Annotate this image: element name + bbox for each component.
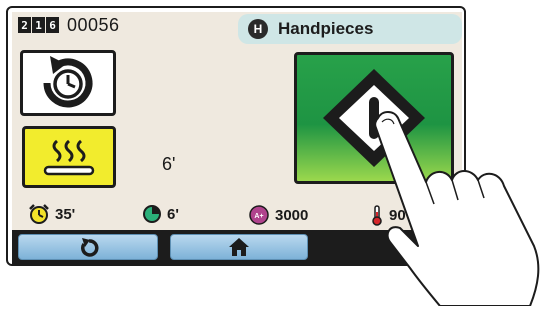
home-icon xyxy=(229,238,249,256)
counter-digit: 6 xyxy=(46,17,59,33)
timer-stat: 6' xyxy=(142,204,179,224)
back-arrow-icon xyxy=(81,238,99,257)
cycle-counter: 2 1 6 00056 xyxy=(18,14,120,36)
alarm-clock-icon xyxy=(29,204,49,224)
counter-digit: 1 xyxy=(32,17,45,33)
heat-waves-icon xyxy=(43,139,95,176)
program-name: Handpieces xyxy=(278,19,374,38)
alarm-value: 35' xyxy=(55,205,76,223)
counter-digits-icon: 2 1 6 xyxy=(18,17,59,33)
program-badge: H xyxy=(248,19,268,39)
speed-badge-text: A+ xyxy=(254,213,263,220)
speed-value: 3000 xyxy=(275,206,309,224)
drying-button[interactable] xyxy=(22,126,116,188)
timer-value: 6' xyxy=(167,205,179,223)
back-button[interactable] xyxy=(18,234,158,260)
pointing-hand-illustration xyxy=(374,111,540,306)
counter-digit: 2 xyxy=(18,17,31,33)
cycle-timer-icon xyxy=(43,56,93,108)
home-button[interactable] xyxy=(170,234,308,260)
alarm-stat: 35' xyxy=(28,204,75,224)
drying-time-value: 6' xyxy=(162,154,176,174)
program-tab[interactable]: H Handpieces xyxy=(238,14,462,44)
cycle-select-button[interactable] xyxy=(20,50,116,116)
pie-timer-icon xyxy=(143,205,161,223)
cycle-count-value: 00056 xyxy=(67,14,120,35)
speed-stat: A+ 3000 xyxy=(248,204,308,226)
speed-badge-icon: A+ xyxy=(249,205,269,225)
